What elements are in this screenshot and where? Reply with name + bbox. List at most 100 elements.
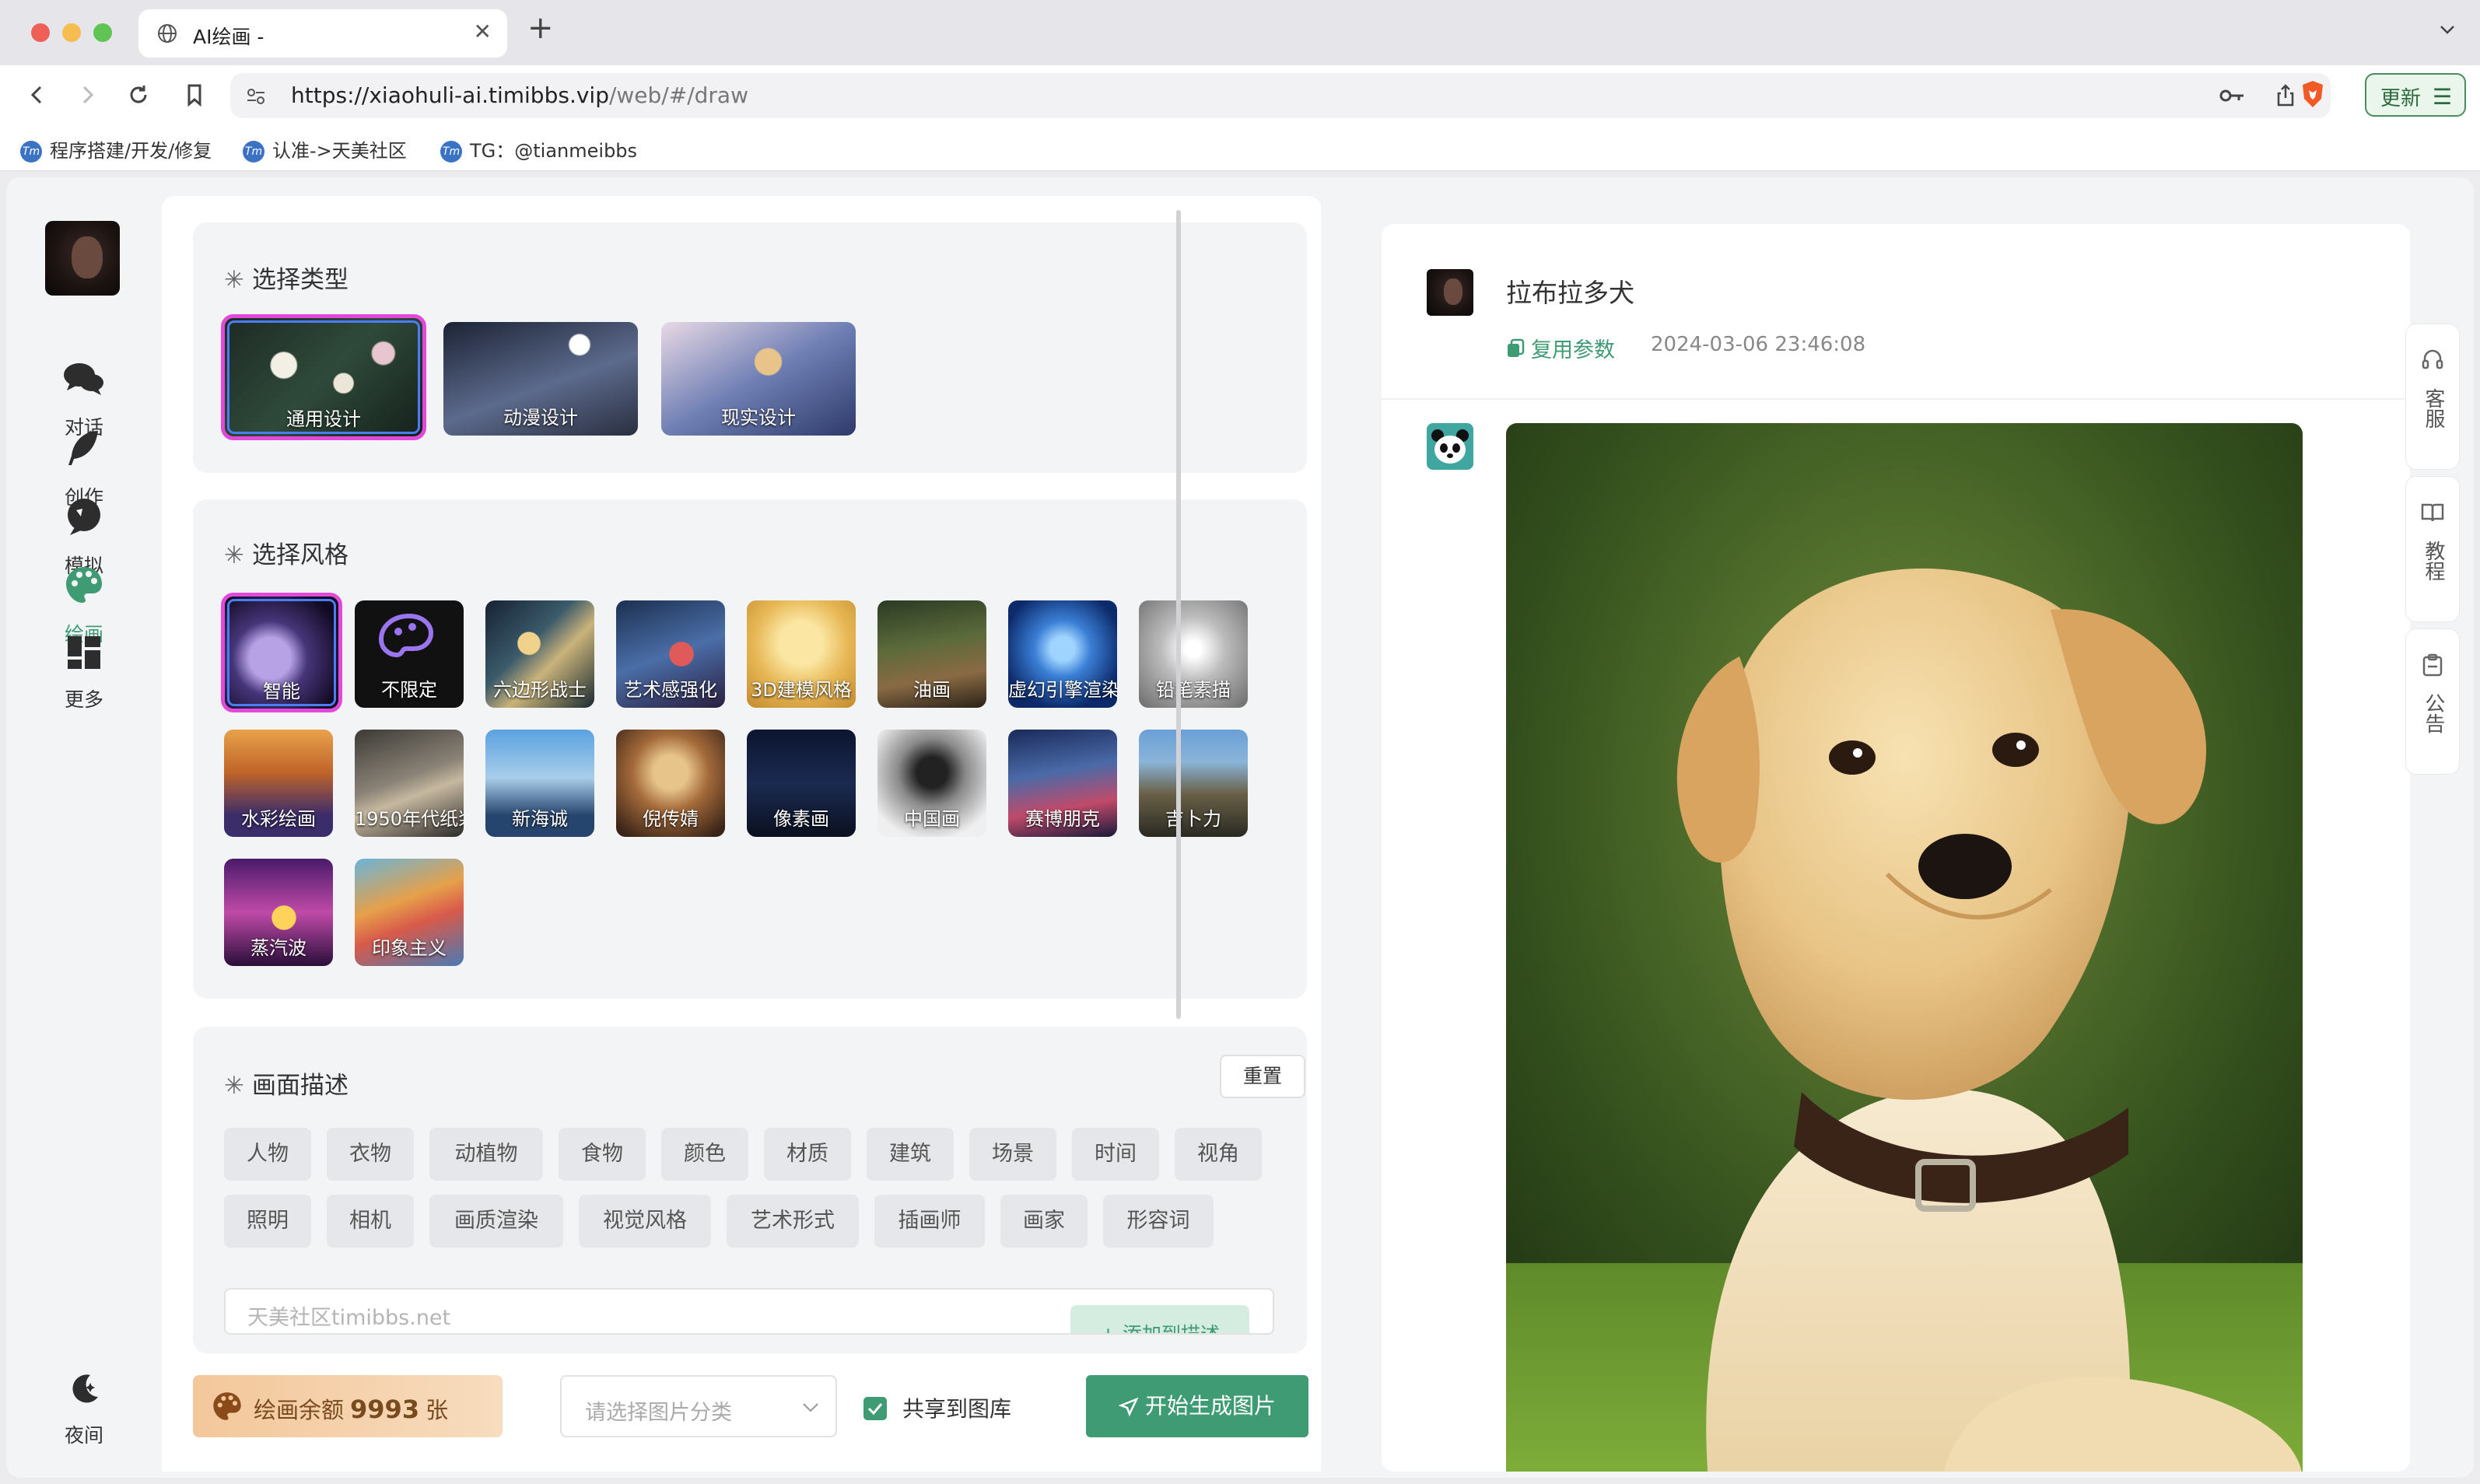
copy-icon <box>1506 338 1525 364</box>
feather-icon <box>6 428 162 473</box>
keyword-chip[interactable]: 艺术形式 <box>727 1195 859 1248</box>
keyword-chip[interactable]: 衣物 <box>327 1128 414 1181</box>
keyword-chip[interactable]: 时间 <box>1072 1128 1159 1181</box>
new-tab-button[interactable]: + <box>527 12 554 44</box>
customer-service-button[interactable]: 客服 <box>2405 324 2460 470</box>
keyword-chip[interactable]: 食物 <box>559 1128 646 1181</box>
style-tile[interactable]: 中国画 <box>877 730 986 837</box>
style-tile[interactable]: 印象主义 <box>355 859 464 966</box>
keyword-chip[interactable]: 场景 <box>969 1128 1056 1181</box>
forward-icon[interactable] <box>73 81 101 112</box>
style-tile[interactable]: 智能 <box>221 593 342 712</box>
style-tile[interactable]: 1950年代纸浆 <box>355 730 464 837</box>
style-tile[interactable]: 新海诚 <box>485 730 594 837</box>
style-tile[interactable]: 虚幻引擎渲染 <box>1008 600 1117 708</box>
avatar[interactable] <box>45 221 120 296</box>
keyword-chip[interactable]: 画家 <box>1000 1195 1088 1248</box>
back-icon[interactable] <box>23 81 51 112</box>
palette-icon <box>6 565 162 610</box>
style-tile[interactable]: 蒸汽波 <box>224 859 333 966</box>
keyword-chip[interactable]: 插画师 <box>874 1195 985 1248</box>
grid-icon <box>6 635 162 675</box>
keyword-chip[interactable]: 材质 <box>764 1128 851 1181</box>
type-tile-general[interactable]: 通用设计 <box>221 314 426 440</box>
style-tile[interactable]: 吉卜力 <box>1139 730 1248 837</box>
bookmark-item[interactable]: Tm 程序搭建/开发/修复 <box>20 135 212 163</box>
bookmark-icon[interactable] <box>180 81 208 112</box>
keyword-chip[interactable]: 动植物 <box>429 1128 543 1181</box>
browser-tab[interactable]: AI绘画 - ✕ <box>138 9 507 58</box>
chevron-down-icon[interactable] <box>2436 19 2458 44</box>
bot-avatar <box>1427 423 1473 470</box>
bottom-action-bar: 绘画余额 9993 张 请选择图片分类 共享到图库 开始生成图片 <box>162 1353 1321 1472</box>
zoom-window-button[interactable] <box>93 23 112 42</box>
prompt-text: 拉布拉多犬 <box>1506 278 1634 308</box>
site-settings-icon[interactable] <box>246 87 266 109</box>
draw-balance: 绘画余额 9993 张 <box>193 1375 503 1437</box>
keyword-chip[interactable]: 颜色 <box>661 1128 748 1181</box>
panel-scrollbar[interactable] <box>1176 210 1181 1019</box>
bookmark-item[interactable]: Tm 认准->天美社区 <box>243 135 407 163</box>
keyword-chip[interactable]: 视角 <box>1175 1128 1262 1181</box>
style-tile[interactable]: 水彩绘画 <box>224 730 333 837</box>
type-tile-realistic[interactable]: 现实设计 <box>661 322 856 436</box>
category-select[interactable]: 请选择图片分类 <box>560 1375 837 1437</box>
style-section: ✳ 选择风格 智能 不限定 六边形战士 艺术感强化 3D建模风格 油画 虚幻引擎渲… <box>193 499 1307 999</box>
keyword-chip[interactable]: 相机 <box>327 1195 414 1248</box>
minimize-window-button[interactable] <box>62 23 81 42</box>
bookmark-item[interactable]: Tm TG：@tianmeibbs <box>440 135 637 163</box>
add-to-description-button[interactable]: + 添加到描述 <box>1070 1305 1249 1333</box>
nav-item-more[interactable]: 更多 <box>6 635 162 712</box>
share-to-gallery-label[interactable]: 共享到图库 <box>902 1392 1011 1423</box>
bookmarks-bar: Tm 程序搭建/开发/修复 Tm 认准->天美社区 Tm TG：@tianmeibbs <box>0 128 2480 171</box>
globe-icon <box>157 23 177 47</box>
chat-icon <box>6 361 162 403</box>
close-window-button[interactable] <box>31 23 50 42</box>
palette-brush-icon <box>378 613 434 658</box>
style-tile[interactable]: 赛博朋克 <box>1008 730 1117 837</box>
style-tile[interactable]: 油画 <box>877 600 986 708</box>
type-section-title: ✳ 选择类型 <box>224 266 349 294</box>
side-nav: 对话 创作 模拟 绘画 更多 夜间 <box>6 177 162 1478</box>
type-section: ✳ 选择类型 通用设计 动漫设计 现实设计 <box>193 222 1307 473</box>
keyword-chip[interactable]: 形容词 <box>1103 1195 1214 1248</box>
palette-icon <box>212 1391 243 1427</box>
share-icon[interactable] <box>2275 84 2296 110</box>
address-bar[interactable]: https://xiaohuli-ai.timibbs.vip/web/#/dr… <box>230 73 2331 118</box>
style-section-title: ✳ 选择风格 <box>224 541 349 569</box>
type-tile-anime[interactable]: 动漫设计 <box>443 322 638 436</box>
tutorial-button[interactable]: 教程 <box>2405 476 2460 622</box>
style-tile[interactable]: 不限定 <box>355 600 464 708</box>
reset-button[interactable]: 重置 <box>1220 1055 1305 1098</box>
style-tile[interactable]: 六边形战士 <box>485 600 594 708</box>
url-text: https://xiaohuli-ai.timibbs.vip/web/#/dr… <box>291 82 748 108</box>
close-tab-icon[interactable]: ✕ <box>474 19 492 44</box>
chat-bubble-icon <box>6 496 162 541</box>
style-tile[interactable]: 3D建模风格 <box>747 600 856 708</box>
style-tile[interactable]: 艺术感强化 <box>616 600 725 708</box>
share-to-gallery-checkbox[interactable] <box>863 1397 887 1420</box>
style-tile[interactable]: 像素画 <box>747 730 856 837</box>
checkmark-icon <box>867 1403 883 1416</box>
generated-image[interactable] <box>1506 423 2303 1472</box>
keyword-chip[interactable]: 视觉风格 <box>579 1195 711 1248</box>
description-section-title: ✳ 画面描述 <box>224 1072 349 1100</box>
update-button[interactable]: 更新 ☰ <box>2365 73 2466 117</box>
labrador-image <box>1506 423 2303 1472</box>
keyword-chip[interactable]: 建筑 <box>867 1128 954 1181</box>
brave-shield-icon[interactable] <box>2300 79 2326 112</box>
site-favicon-icon: Tm <box>20 141 42 163</box>
keyword-chip[interactable]: 照明 <box>224 1195 311 1248</box>
reuse-params-button[interactable]: 复用参数 <box>1506 333 1615 364</box>
reload-icon[interactable] <box>124 81 152 112</box>
keyword-chip[interactable]: 人物 <box>224 1128 311 1181</box>
key-icon[interactable] <box>2219 87 2245 107</box>
description-input[interactable]: 天美社区timibbs.net + 添加到描述 <box>224 1288 1274 1335</box>
generate-image-button[interactable]: 开始生成图片 <box>1086 1375 1308 1437</box>
keyword-chip[interactable]: 画质渲染 <box>429 1195 563 1248</box>
night-mode-toggle[interactable]: 夜间 <box>6 1372 162 1448</box>
style-tile[interactable]: 倪传婧 <box>616 730 725 837</box>
notice-button[interactable]: 公告 <box>2405 628 2460 775</box>
panda-icon <box>1431 429 1469 464</box>
style-tile[interactable]: 铅笔素描 <box>1139 600 1248 708</box>
